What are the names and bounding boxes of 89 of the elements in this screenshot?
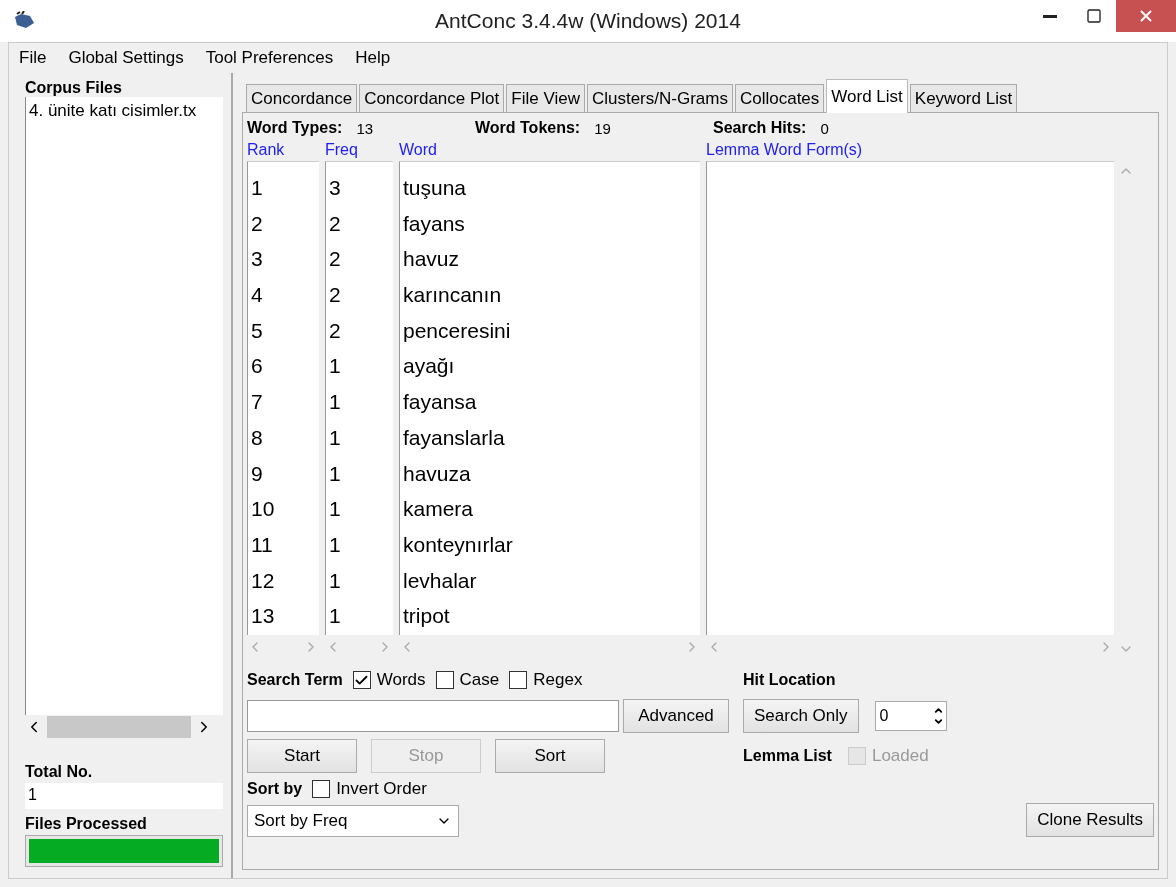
- list-cell-text: 1: [328, 496, 342, 523]
- tab[interactable]: Keyword List: [909, 84, 1018, 113]
- list-cell-text: tripot: [402, 603, 451, 630]
- clone-results-button[interactable]: Clone Results: [1026, 803, 1154, 837]
- total-field: 1: [25, 783, 223, 809]
- list-cell-text: havuza: [402, 460, 472, 487]
- app-logo-icon: [12, 11, 36, 31]
- hit-location-label: Hit Location: [743, 671, 836, 689]
- sort-by-label: Sort by: [247, 780, 303, 798]
- tab[interactable]: Collocates: [734, 84, 825, 113]
- list-cell-text: 4: [250, 282, 264, 309]
- list-cell-text: 1: [328, 531, 342, 558]
- column-header[interactable]: Rank: [247, 139, 319, 161]
- list-cell-text: karıncanın: [402, 282, 503, 309]
- column-header[interactable]: Freq: [325, 139, 393, 161]
- menu-item[interactable]: Tool Preferences: [205, 48, 334, 68]
- minimize-icon: [1043, 14, 1057, 18]
- list-cell-text: 3: [250, 246, 264, 273]
- column-header[interactable]: Lemma Word Form(s): [706, 139, 1114, 161]
- menu-item[interactable]: Global Settings: [68, 48, 184, 68]
- list-cell-text: fayansa: [402, 389, 478, 416]
- stat-value: 13: [356, 119, 374, 137]
- action-button[interactable]: Start: [247, 739, 357, 773]
- list-cell-text: 3: [328, 175, 342, 201]
- menu-item[interactable]: File: [19, 48, 47, 68]
- stat-label: Word Types:: [247, 119, 343, 137]
- list-cell-text: 5: [250, 317, 264, 344]
- stat-value: 0: [820, 119, 829, 137]
- list-cell-text: 1: [250, 175, 264, 201]
- list-cell-text: 1: [328, 389, 342, 416]
- list-cell-text: tuşuna: [402, 175, 468, 201]
- search-term-label: Search Term: [247, 671, 343, 689]
- list-cell-text: 11: [250, 531, 274, 558]
- list-cell-text: 6: [250, 353, 264, 380]
- stat-label: Search Hits:: [713, 119, 807, 137]
- tab[interactable]: Clusters/N-Grams: [586, 84, 733, 113]
- column-header[interactable]: Word: [399, 139, 700, 161]
- checkbox[interactable]: Invert Order: [312, 779, 427, 799]
- list-cell-text: 1: [328, 567, 342, 594]
- corpus-text-entry[interactable]: 4. ünite katı cisimler.tx: [29, 101, 197, 120]
- list-cell-text: levhalar: [402, 567, 478, 594]
- tab[interactable]: File View: [506, 84, 585, 113]
- scrollbar-thumb[interactable]: [47, 716, 191, 738]
- spin-down-icon[interactable]: [932, 716, 944, 727]
- list-cell-text: 1: [328, 424, 342, 451]
- list-cell-text: 9: [250, 460, 264, 487]
- list-cell-text: 10: [250, 496, 276, 523]
- list-cell-text: penceresini: [402, 317, 512, 344]
- menu-item[interactable]: Help: [355, 48, 391, 68]
- list-cell-text: 2: [250, 210, 264, 237]
- close-button[interactable]: [1116, 0, 1176, 32]
- list-cell-text: konteynırlar: [402, 531, 514, 558]
- list-cell-text: 1: [328, 353, 342, 380]
- list-cell-text: 2: [328, 317, 342, 344]
- list-cell-text: 1: [328, 460, 342, 487]
- files-processed-label: Files Processed: [25, 815, 148, 833]
- action-button[interactable]: Sort: [495, 739, 605, 773]
- spinner-field[interactable]: 0: [874, 701, 947, 731]
- stat-value: 19: [594, 119, 611, 137]
- lemma-list-label: Lemma List: [743, 747, 832, 765]
- checkbox[interactable]: Case: [435, 670, 500, 690]
- checkbox[interactable]: Regex: [509, 670, 583, 690]
- list-cell-text: 2: [328, 246, 342, 273]
- search-input[interactable]: [247, 700, 619, 732]
- list-cell-text: ayağı: [402, 353, 456, 380]
- list-cell-text: kamera: [402, 496, 475, 523]
- maximize-icon: [1086, 8, 1102, 24]
- list-cell-text: 2: [328, 282, 342, 309]
- search-only-button[interactable]: Search Only: [743, 699, 859, 733]
- list-cell-text: havuz: [402, 246, 461, 273]
- advanced-button[interactable]: Advanced: [623, 699, 729, 733]
- list-cell-text: 12: [250, 567, 276, 594]
- tab[interactable]: Concordance Plot: [359, 84, 505, 113]
- total-label: Total No.: [25, 763, 94, 781]
- tab[interactable]: Concordance: [246, 84, 358, 113]
- list-cell-text: fayanslarla: [402, 424, 506, 451]
- list-cell-text: 1: [328, 603, 342, 630]
- list-cell-text: 2: [328, 210, 342, 237]
- tab[interactable]: Word List: [826, 79, 908, 113]
- list-cell-text: 8: [250, 424, 264, 451]
- stat-label: Word Tokens:: [475, 119, 581, 137]
- list-cell-text: 7: [250, 389, 264, 416]
- list-cell-text: fayans: [402, 210, 466, 237]
- window-title: AntConc 3.4.4w (Windows) 2014: [435, 9, 741, 33]
- checkbox[interactable]: Words: [352, 670, 426, 690]
- corpus-files-label: Corpus Files: [25, 79, 123, 97]
- spin-up-icon[interactable]: [932, 705, 944, 716]
- list-cell-text: 13: [250, 603, 276, 630]
- sort-select[interactable]: Sort by Freq: [247, 805, 459, 837]
